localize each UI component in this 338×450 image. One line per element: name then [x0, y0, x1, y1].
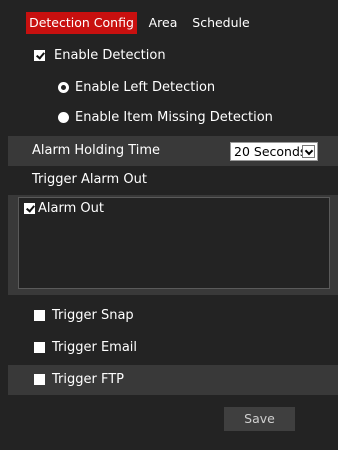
alarm-out-list[interactable]: Alarm Out	[18, 197, 330, 289]
alarm-out-label: Alarm Out	[38, 201, 104, 216]
enable-item-missing-radio[interactable]	[58, 112, 69, 123]
trigger-ftp-row: Trigger FTP	[8, 365, 338, 395]
enable-left-detection-radio[interactable]	[58, 82, 69, 93]
trigger-snap-row: Trigger Snap	[8, 301, 338, 331]
trigger-alarm-out-row: Trigger Alarm Out	[8, 165, 338, 195]
alarm-holding-time-value: 20 Seconds	[234, 144, 307, 159]
trigger-ftp-label: Trigger FTP	[52, 372, 124, 387]
enable-detection-row: Enable Detection	[8, 41, 338, 71]
trigger-email-checkbox[interactable]	[34, 342, 45, 353]
enable-detection-label: Enable Detection	[54, 48, 166, 63]
tab-detection-config[interactable]: Detection Config	[26, 12, 137, 34]
alarm-out-checkbox[interactable]	[24, 203, 35, 214]
enable-left-detection-label: Enable Left Detection	[75, 80, 216, 95]
tab-area[interactable]: Area	[145, 12, 181, 34]
trigger-snap-label: Trigger Snap	[52, 308, 134, 323]
tab-bar: Detection Config Area Schedule	[0, 0, 338, 34]
trigger-alarm-out-label: Trigger Alarm Out	[32, 172, 147, 187]
enable-detection-checkbox[interactable]	[34, 50, 45, 61]
alarm-holding-time-select[interactable]: 20 Seconds	[230, 142, 318, 161]
trigger-snap-checkbox[interactable]	[34, 310, 45, 321]
trigger-email-row: Trigger Email	[8, 333, 338, 363]
trigger-ftp-checkbox[interactable]	[34, 374, 45, 385]
enable-left-detection-row: Enable Left Detection	[8, 73, 338, 103]
alarm-holding-time-label: Alarm Holding Time	[32, 143, 161, 158]
tab-schedule[interactable]: Schedule	[190, 12, 252, 34]
enable-item-missing-label: Enable Item Missing Detection	[75, 110, 273, 125]
alarm-holding-time-row: Alarm Holding Time 20 Seconds	[8, 136, 338, 166]
list-item[interactable]: Alarm Out	[22, 200, 222, 218]
enable-item-missing-row: Enable Item Missing Detection	[8, 103, 338, 133]
save-button[interactable]: Save	[224, 407, 295, 431]
chevron-down-icon[interactable]	[302, 145, 315, 158]
trigger-email-label: Trigger Email	[52, 340, 138, 355]
